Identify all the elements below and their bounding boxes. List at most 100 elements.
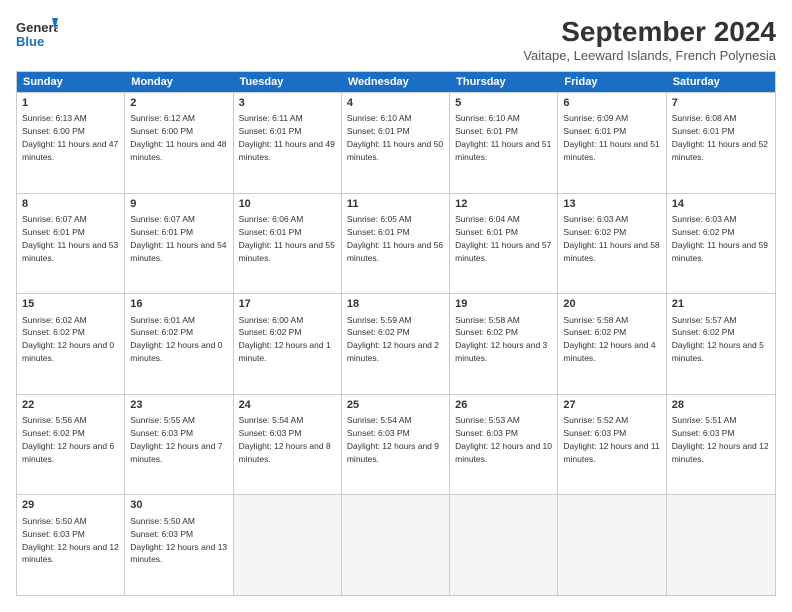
day-number: 16 — [130, 297, 227, 312]
sunset-info: Sunset: 6:03 PM — [22, 529, 85, 539]
sunset-info: Sunset: 6:01 PM — [455, 126, 518, 136]
day-number: 28 — [672, 398, 770, 413]
daylight-info: Daylight: 11 hours and 57 minutes. — [455, 240, 551, 263]
day-cell-4: 4 Sunrise: 6:10 AM Sunset: 6:01 PM Dayli… — [342, 93, 450, 193]
day-cell-14: 14 Sunrise: 6:03 AM Sunset: 6:02 PM Dayl… — [667, 194, 775, 294]
sunrise-info: Sunrise: 6:00 AM — [239, 315, 304, 325]
empty-cell — [667, 495, 775, 595]
sunset-info: Sunset: 6:02 PM — [455, 327, 518, 337]
header-day-wednesday: Wednesday — [342, 72, 450, 92]
daylight-info: Daylight: 11 hours and 59 minutes. — [672, 240, 768, 263]
empty-cell — [450, 495, 558, 595]
sunset-info: Sunset: 6:02 PM — [22, 327, 85, 337]
day-cell-18: 18 Sunrise: 5:59 AM Sunset: 6:02 PM Dayl… — [342, 294, 450, 394]
day-cell-15: 15 Sunrise: 6:02 AM Sunset: 6:02 PM Dayl… — [17, 294, 125, 394]
calendar-header: SundayMondayTuesdayWednesdayThursdayFrid… — [17, 72, 775, 92]
logo: GeneralBlue — [16, 16, 58, 52]
day-cell-28: 28 Sunrise: 5:51 AM Sunset: 6:03 PM Dayl… — [667, 395, 775, 495]
day-cell-30: 30 Sunrise: 5:50 AM Sunset: 6:03 PM Dayl… — [125, 495, 233, 595]
sunset-info: Sunset: 6:02 PM — [239, 327, 302, 337]
sunrise-info: Sunrise: 5:52 AM — [563, 415, 628, 425]
sunrise-info: Sunrise: 6:07 AM — [130, 214, 195, 224]
sunset-info: Sunset: 6:03 PM — [563, 428, 626, 438]
sunrise-info: Sunrise: 5:58 AM — [455, 315, 520, 325]
sunrise-info: Sunrise: 6:10 AM — [347, 113, 412, 123]
day-number: 27 — [563, 398, 660, 413]
calendar-row-4: 22 Sunrise: 5:56 AM Sunset: 6:02 PM Dayl… — [17, 394, 775, 495]
calendar-row-3: 15 Sunrise: 6:02 AM Sunset: 6:02 PM Dayl… — [17, 293, 775, 394]
sunrise-info: Sunrise: 5:51 AM — [672, 415, 737, 425]
header-day-thursday: Thursday — [450, 72, 558, 92]
sunset-info: Sunset: 6:03 PM — [672, 428, 735, 438]
day-cell-29: 29 Sunrise: 5:50 AM Sunset: 6:03 PM Dayl… — [17, 495, 125, 595]
month-title: September 2024 — [523, 16, 776, 48]
calendar-row-2: 8 Sunrise: 6:07 AM Sunset: 6:01 PM Dayli… — [17, 193, 775, 294]
day-number: 30 — [130, 498, 227, 513]
daylight-info: Daylight: 12 hours and 9 minutes. — [347, 441, 439, 464]
sunset-info: Sunset: 6:03 PM — [130, 529, 193, 539]
sunrise-info: Sunrise: 6:03 AM — [672, 214, 737, 224]
daylight-info: Daylight: 12 hours and 2 minutes. — [347, 340, 439, 363]
day-cell-19: 19 Sunrise: 5:58 AM Sunset: 6:02 PM Dayl… — [450, 294, 558, 394]
header-day-friday: Friday — [558, 72, 666, 92]
day-cell-20: 20 Sunrise: 5:58 AM Sunset: 6:02 PM Dayl… — [558, 294, 666, 394]
day-number: 24 — [239, 398, 336, 413]
day-cell-5: 5 Sunrise: 6:10 AM Sunset: 6:01 PM Dayli… — [450, 93, 558, 193]
empty-cell — [234, 495, 342, 595]
day-number: 14 — [672, 197, 770, 212]
sunset-info: Sunset: 6:01 PM — [672, 126, 735, 136]
daylight-info: Daylight: 12 hours and 8 minutes. — [239, 441, 331, 464]
day-number: 7 — [672, 96, 770, 111]
day-number: 1 — [22, 96, 119, 111]
day-cell-6: 6 Sunrise: 6:09 AM Sunset: 6:01 PM Dayli… — [558, 93, 666, 193]
sunrise-info: Sunrise: 6:08 AM — [672, 113, 737, 123]
daylight-info: Daylight: 11 hours and 58 minutes. — [563, 240, 659, 263]
day-cell-2: 2 Sunrise: 6:12 AM Sunset: 6:00 PM Dayli… — [125, 93, 233, 193]
day-cell-17: 17 Sunrise: 6:00 AM Sunset: 6:02 PM Dayl… — [234, 294, 342, 394]
day-number: 18 — [347, 297, 444, 312]
daylight-info: Daylight: 12 hours and 6 minutes. — [22, 441, 114, 464]
daylight-info: Daylight: 12 hours and 5 minutes. — [672, 340, 764, 363]
sunset-info: Sunset: 6:01 PM — [347, 227, 410, 237]
day-cell-21: 21 Sunrise: 5:57 AM Sunset: 6:02 PM Dayl… — [667, 294, 775, 394]
day-number: 21 — [672, 297, 770, 312]
sunrise-info: Sunrise: 5:56 AM — [22, 415, 87, 425]
sunrise-info: Sunrise: 5:54 AM — [347, 415, 412, 425]
sunrise-info: Sunrise: 6:09 AM — [563, 113, 628, 123]
daylight-info: Daylight: 11 hours and 51 minutes. — [563, 139, 659, 162]
day-cell-12: 12 Sunrise: 6:04 AM Sunset: 6:01 PM Dayl… — [450, 194, 558, 294]
empty-cell — [342, 495, 450, 595]
daylight-info: Daylight: 11 hours and 53 minutes. — [22, 240, 118, 263]
sunrise-info: Sunrise: 5:50 AM — [130, 516, 195, 526]
calendar-row-5: 29 Sunrise: 5:50 AM Sunset: 6:03 PM Dayl… — [17, 494, 775, 595]
day-cell-27: 27 Sunrise: 5:52 AM Sunset: 6:03 PM Dayl… — [558, 395, 666, 495]
daylight-info: Daylight: 12 hours and 13 minutes. — [130, 542, 227, 565]
sunset-info: Sunset: 6:00 PM — [22, 126, 85, 136]
day-cell-9: 9 Sunrise: 6:07 AM Sunset: 6:01 PM Dayli… — [125, 194, 233, 294]
daylight-info: Daylight: 11 hours and 52 minutes. — [672, 139, 768, 162]
day-cell-22: 22 Sunrise: 5:56 AM Sunset: 6:02 PM Dayl… — [17, 395, 125, 495]
day-number: 9 — [130, 197, 227, 212]
sunset-info: Sunset: 6:01 PM — [455, 227, 518, 237]
sunrise-info: Sunrise: 5:58 AM — [563, 315, 628, 325]
day-number: 11 — [347, 197, 444, 212]
daylight-info: Daylight: 12 hours and 12 minutes. — [22, 542, 119, 565]
day-cell-8: 8 Sunrise: 6:07 AM Sunset: 6:01 PM Dayli… — [17, 194, 125, 294]
sunset-info: Sunset: 6:02 PM — [130, 327, 193, 337]
day-number: 12 — [455, 197, 552, 212]
day-cell-1: 1 Sunrise: 6:13 AM Sunset: 6:00 PM Dayli… — [17, 93, 125, 193]
sunset-info: Sunset: 6:02 PM — [672, 327, 735, 337]
day-number: 29 — [22, 498, 119, 513]
day-cell-3: 3 Sunrise: 6:11 AM Sunset: 6:01 PM Dayli… — [234, 93, 342, 193]
sunrise-info: Sunrise: 6:10 AM — [455, 113, 520, 123]
day-cell-23: 23 Sunrise: 5:55 AM Sunset: 6:03 PM Dayl… — [125, 395, 233, 495]
header-day-tuesday: Tuesday — [234, 72, 342, 92]
daylight-info: Daylight: 12 hours and 0 minutes. — [130, 340, 222, 363]
day-number: 26 — [455, 398, 552, 413]
sunrise-info: Sunrise: 6:13 AM — [22, 113, 87, 123]
daylight-info: Daylight: 12 hours and 7 minutes. — [130, 441, 222, 464]
daylight-info: Daylight: 12 hours and 1 minute. — [239, 340, 331, 363]
sunset-info: Sunset: 6:02 PM — [22, 428, 85, 438]
day-cell-16: 16 Sunrise: 6:01 AM Sunset: 6:02 PM Dayl… — [125, 294, 233, 394]
sunset-info: Sunset: 6:02 PM — [672, 227, 735, 237]
